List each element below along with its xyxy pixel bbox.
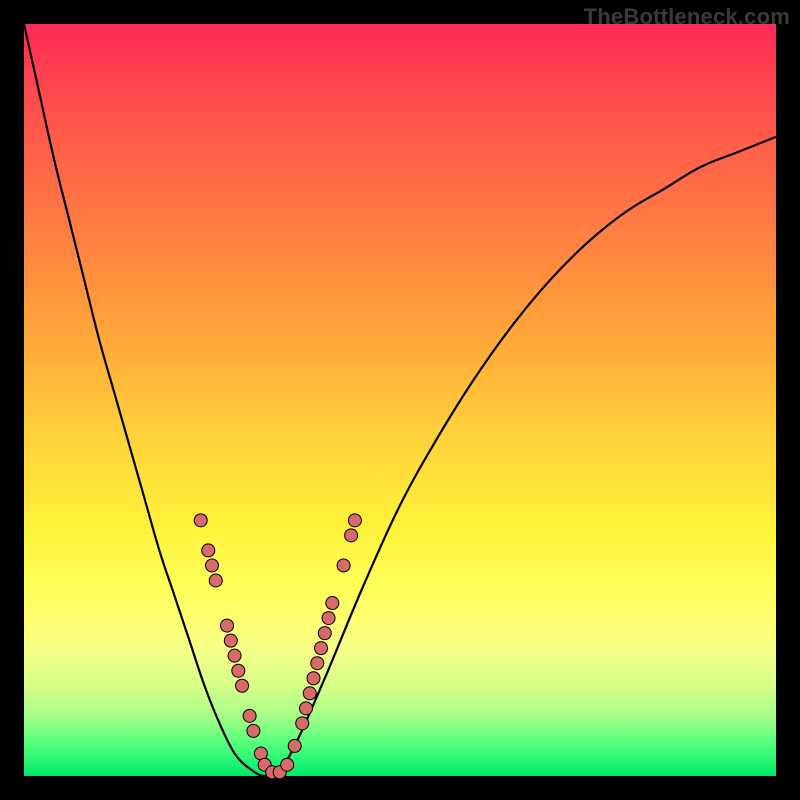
data-marker: [236, 679, 249, 692]
data-marker: [337, 559, 350, 572]
data-marker: [296, 717, 309, 730]
data-marker: [288, 739, 301, 752]
data-marker: [315, 642, 328, 655]
data-marker: [326, 597, 339, 610]
data-marker: [322, 612, 335, 625]
data-marker: [311, 657, 324, 670]
data-marker: [318, 627, 331, 640]
data-marker: [228, 649, 241, 662]
data-marker: [221, 619, 234, 632]
data-markers: [194, 514, 361, 779]
data-marker: [206, 559, 219, 572]
bottleneck-curve: [24, 24, 776, 776]
data-marker: [303, 687, 316, 700]
data-marker: [300, 702, 313, 715]
data-marker: [202, 544, 215, 557]
data-marker: [243, 709, 256, 722]
plot-area: [24, 24, 776, 776]
data-marker: [247, 724, 260, 737]
watermark-text: TheBottleneck.com: [584, 4, 790, 30]
chart-canvas: TheBottleneck.com: [0, 0, 800, 800]
data-marker: [307, 672, 320, 685]
data-marker: [209, 574, 222, 587]
curve-layer: [24, 24, 776, 776]
data-marker: [345, 529, 358, 542]
data-marker: [281, 758, 294, 771]
data-marker: [232, 664, 245, 677]
data-marker: [224, 634, 237, 647]
data-marker: [194, 514, 207, 527]
data-marker: [348, 514, 361, 527]
